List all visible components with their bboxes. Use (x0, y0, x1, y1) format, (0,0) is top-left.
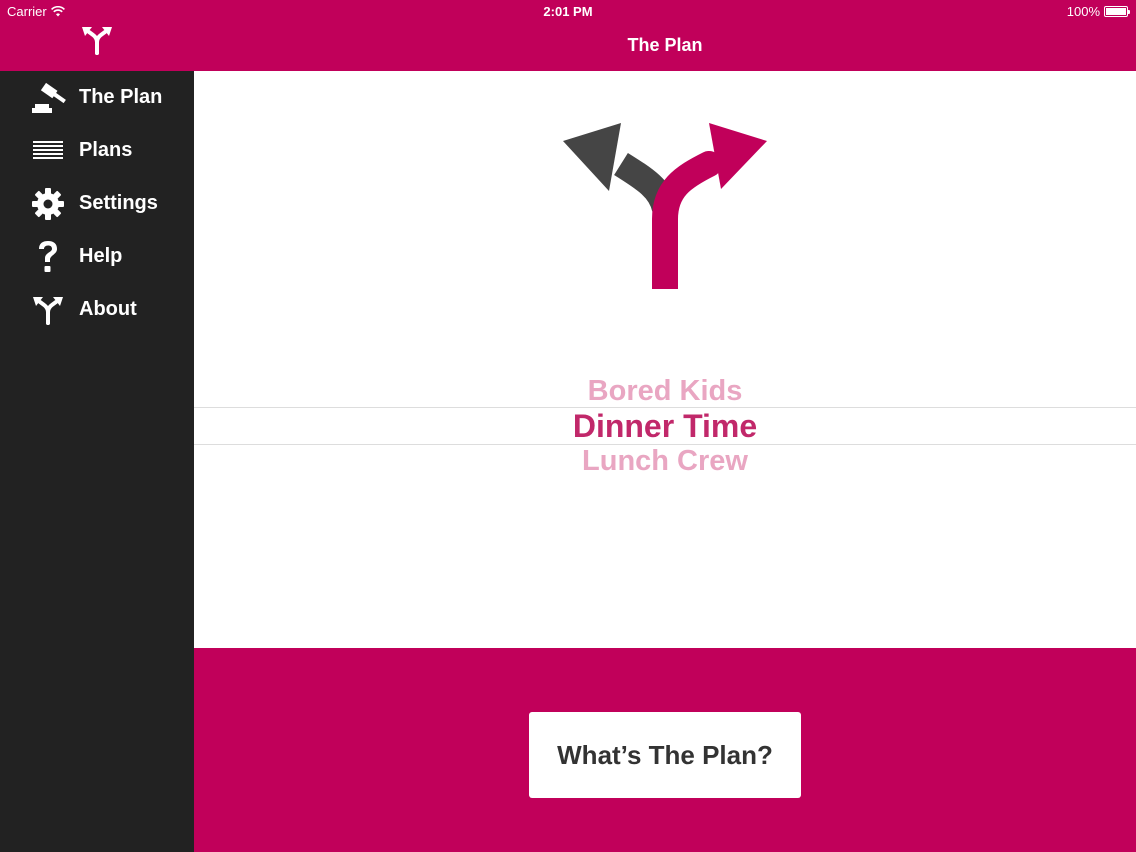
page-title: The Plan (627, 35, 703, 55)
sidebar-item-label: Help (79, 245, 123, 267)
sidebar-item-label: Settings (79, 192, 158, 214)
sidebar: The Plan Plans Settings Help About (0, 0, 194, 852)
plan-picker[interactable]: Bored Kids Dinner Time Lunch Crew (194, 371, 1136, 481)
list-lines-icon (30, 133, 66, 169)
sidebar-menu: The Plan Plans Settings Help About (0, 71, 194, 336)
battery-percent: 100% (1066, 4, 1100, 19)
sidebar-item-plans[interactable]: Plans (0, 124, 194, 177)
sidebar-item-the-plan[interactable]: The Plan (0, 71, 194, 124)
status-battery: 100% (1066, 4, 1130, 19)
status-time: 2:01 PM (543, 4, 593, 19)
gavel-icon (30, 80, 66, 116)
split-arrows-icon (30, 292, 66, 328)
picker-option-selected[interactable]: Dinner Time (194, 408, 1136, 445)
picker-option[interactable]: Lunch Crew (194, 445, 1136, 478)
battery-icon (1104, 6, 1130, 17)
status-bar: Carrier 2:01 PM 100% (0, 0, 1136, 22)
sidebar-item-settings[interactable]: Settings (0, 177, 194, 230)
split-arrows-icon (82, 27, 112, 55)
picker-option[interactable]: Bored Kids (194, 375, 1136, 408)
split-arrows-icon (563, 123, 767, 289)
sidebar-item-label: About (79, 298, 137, 320)
question-mark-icon (30, 239, 66, 275)
bottom-bar: What’s The Plan? (194, 648, 1136, 852)
sidebar-item-help[interactable]: Help (0, 230, 194, 283)
sidebar-item-label: The Plan (79, 86, 163, 108)
gear-icon (30, 186, 66, 222)
sidebar-item-about[interactable]: About (0, 283, 194, 336)
main-content: Bored Kids Dinner Time Lunch Crew (194, 71, 1136, 648)
sidebar-item-label: Plans (79, 139, 133, 161)
whats-the-plan-button[interactable]: What’s The Plan? (529, 712, 801, 798)
